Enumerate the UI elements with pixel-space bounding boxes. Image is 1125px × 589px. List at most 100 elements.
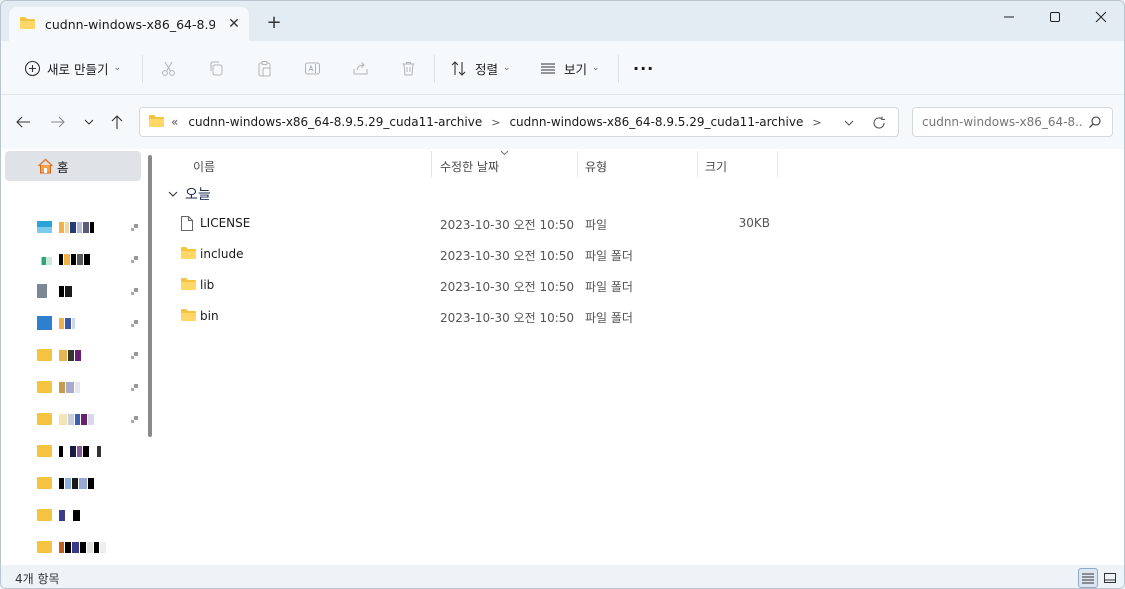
column-header-date[interactable]: 수정한 날짜 <box>440 155 499 177</box>
arrow-left-icon <box>16 116 30 128</box>
chevron-right-icon[interactable]: > <box>491 116 500 129</box>
close-window-button[interactable] <box>1078 1 1124 33</box>
back-button[interactable] <box>11 111 35 133</box>
pin-icon <box>129 254 139 264</box>
file-name: LICENSE <box>200 216 251 230</box>
redacted-label <box>59 542 106 553</box>
breadcrumb-item[interactable]: cudnn-windows-x86_64-8.9.5.29_cuda11-arc… <box>509 115 803 129</box>
pin-icon <box>129 286 139 296</box>
sidebar-item-home[interactable]: 홈 <box>5 151 141 181</box>
address-bar[interactable]: « cudnn-windows-x86_64-8.9.5.29_cuda11-a… <box>139 107 899 137</box>
forward-button[interactable] <box>46 111 70 133</box>
breadcrumb-item[interactable]: cudnn-windows-x86_64-8.9.5.29_cuda11-arc… <box>188 115 482 129</box>
delete-button[interactable] <box>397 53 419 83</box>
arrow-up-icon <box>111 115 123 129</box>
file-size: 30KB <box>738 216 770 230</box>
rename-button[interactable] <box>301 53 323 83</box>
column-divider[interactable] <box>697 151 698 177</box>
search-input[interactable] <box>922 115 1082 129</box>
folder-icon <box>37 477 52 489</box>
more-options-button[interactable]: ··· <box>633 53 654 83</box>
address-dropdown-button[interactable] <box>840 114 858 132</box>
pin-icon <box>129 222 139 232</box>
folder-icon <box>180 308 197 325</box>
folder-icon <box>37 445 52 457</box>
content-area: 홈 이름 수정한 날짜 유형 크기 오늘 LICENSE 2023-10-30 … <box>1 149 1124 565</box>
close-icon <box>1095 11 1107 23</box>
sidebar-item[interactable] <box>1 437 146 465</box>
scissors-icon <box>157 57 179 79</box>
redacted-label <box>59 446 101 457</box>
sidebar-item[interactable] <box>1 501 146 529</box>
sidebar-item[interactable] <box>1 469 146 497</box>
title-bar: cudnn-windows-x86_64-8.9.5. ✕ + <box>1 1 1124 41</box>
sidebar-item[interactable] <box>1 309 146 337</box>
pin-icon <box>129 382 139 392</box>
group-label: 오늘 <box>185 187 211 203</box>
copy-button[interactable] <box>205 53 227 83</box>
file-row[interactable]: include 2023-10-30 오전 10:50 파일 폴더 <box>161 240 1124 268</box>
sidebar-item[interactable] <box>1 277 146 305</box>
details-view-button[interactable] <box>1078 568 1098 588</box>
column-header-size[interactable]: 크기 <box>705 155 727 177</box>
search-icon[interactable] <box>1088 115 1102 132</box>
chevron-right-icon[interactable]: > <box>812 116 821 129</box>
download-icon <box>37 257 52 265</box>
sidebar-item[interactable] <box>1 245 146 273</box>
file-type: 파일 폴더 <box>585 280 633 294</box>
share-button[interactable] <box>349 53 371 83</box>
cut-button[interactable] <box>157 53 179 83</box>
rename-icon <box>301 57 323 79</box>
paste-button[interactable] <box>253 53 275 83</box>
view-list-icon <box>537 57 559 79</box>
file-row[interactable]: LICENSE 2023-10-30 오전 10:50 파일 30KB <box>161 209 1124 237</box>
sort-ascending-icon <box>500 149 509 158</box>
redacted-label <box>59 414 94 425</box>
refresh-button[interactable] <box>870 114 888 132</box>
column-divider[interactable] <box>431 151 432 177</box>
minimize-icon <box>1004 16 1014 18</box>
view-button[interactable]: 보기 ⌄ <box>537 53 600 83</box>
sidebar-item[interactable] <box>1 405 146 433</box>
close-tab-button[interactable]: ✕ <box>225 15 243 33</box>
group-header-today[interactable]: 오늘 <box>167 183 211 205</box>
up-button[interactable] <box>105 111 129 133</box>
new-button[interactable]: 새로 만들기 ⌄ <box>21 53 121 83</box>
arrow-right-icon <box>51 116 65 128</box>
column-header-type[interactable]: 유형 <box>585 155 607 177</box>
tiles-view-button[interactable] <box>1100 568 1120 588</box>
column-divider[interactable] <box>577 151 578 177</box>
tab-current-folder[interactable]: cudnn-windows-x86_64-8.9.5. ✕ <box>9 7 249 41</box>
recent-locations-button[interactable] <box>77 111 101 133</box>
column-header-name[interactable]: 이름 <box>193 155 215 177</box>
minimize-button[interactable] <box>986 1 1032 33</box>
toolbar-divider <box>434 55 435 83</box>
maximize-button[interactable] <box>1032 1 1078 33</box>
sidebar-item[interactable] <box>1 533 146 561</box>
column-divider[interactable] <box>777 151 778 177</box>
sidebar-item[interactable] <box>1 213 146 241</box>
search-box[interactable] <box>912 107 1113 137</box>
file-date: 2023-10-30 오전 10:50 <box>440 311 575 325</box>
file-date: 2023-10-30 오전 10:50 <box>440 218 575 232</box>
file-name: lib <box>200 278 215 292</box>
sidebar-item[interactable] <box>1 341 146 369</box>
pin-icon <box>129 414 139 424</box>
folder-icon <box>37 349 52 361</box>
breadcrumb-overflow[interactable]: « <box>171 115 178 129</box>
file-name: bin <box>200 309 219 323</box>
details-view-icon <box>1082 573 1094 584</box>
item-count: 4개 항목 <box>15 572 60 586</box>
sidebar-item[interactable] <box>1 373 146 401</box>
sort-button[interactable]: 정렬 ⌄ <box>448 53 511 83</box>
redacted-label <box>59 510 84 521</box>
file-row[interactable]: bin 2023-10-30 오전 10:50 파일 폴더 <box>161 302 1124 330</box>
navigation-pane: 홈 <box>1 149 159 565</box>
new-tab-button[interactable]: + <box>263 13 285 35</box>
sidebar-scrollbar[interactable] <box>148 155 152 437</box>
redacted-label <box>59 222 94 233</box>
document-icon <box>37 284 47 298</box>
chevron-down-icon <box>84 119 94 125</box>
file-row[interactable]: lib 2023-10-30 오전 10:50 파일 폴더 <box>161 271 1124 299</box>
folder-icon <box>37 509 52 521</box>
